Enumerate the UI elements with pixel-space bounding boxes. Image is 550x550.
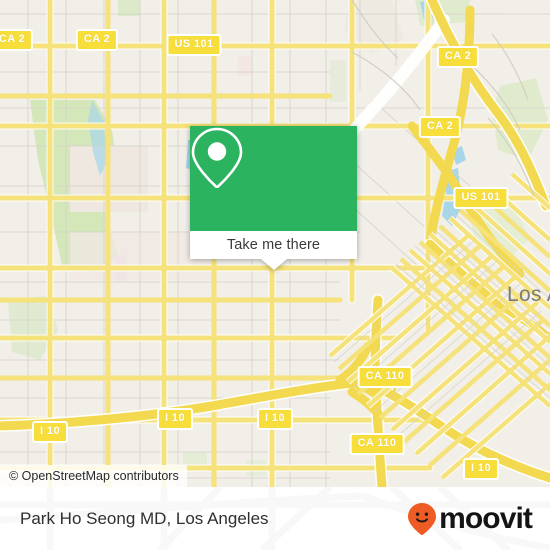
moovit-smiley-pin-icon: [408, 502, 437, 535]
highway-shield: I 10: [257, 408, 293, 430]
highway-shield: I 10: [32, 421, 68, 443]
highway-shield: I 10: [157, 408, 193, 430]
highway-shield: CA 2: [75, 29, 119, 51]
highway-shield: US 101: [166, 34, 222, 56]
moovit-wordmark: moovit: [439, 501, 533, 535]
take-me-there-label: Take me there: [226, 237, 321, 253]
footer-bar: Park Ho Seong MD, Los Angeles moovit: [0, 487, 550, 550]
city-label-los-angeles: Los A: [507, 283, 550, 306]
map-page: CA 2 CA 2 US 101 CA 2 CA 2 US 101 CA 110…: [0, 0, 550, 550]
popup-image-area: [190, 126, 357, 231]
highway-shield: US 101: [453, 187, 509, 209]
map-pin-icon: [191, 127, 243, 188]
take-me-there-button[interactable]: Take me there: [190, 231, 357, 259]
highway-shield: CA 2: [436, 46, 480, 68]
page-title: Park Ho Seong MD, Los Angeles: [20, 508, 269, 528]
popup-pointer: [260, 259, 287, 270]
highway-shield: CA 2: [0, 29, 34, 51]
map-canvas[interactable]: CA 2 CA 2 US 101 CA 2 CA 2 US 101 CA 110…: [0, 0, 550, 487]
highway-shield: CA 110: [357, 366, 413, 388]
moovit-brand[interactable]: moovit: [407, 501, 533, 536]
highway-shield: CA 110: [349, 433, 405, 455]
highway-shield: CA 2: [418, 116, 462, 138]
osm-attribution[interactable]: © OpenStreetMap contributors: [0, 465, 187, 487]
location-popup[interactable]: Take me there: [190, 126, 357, 270]
highway-shield: I 10: [463, 458, 499, 480]
